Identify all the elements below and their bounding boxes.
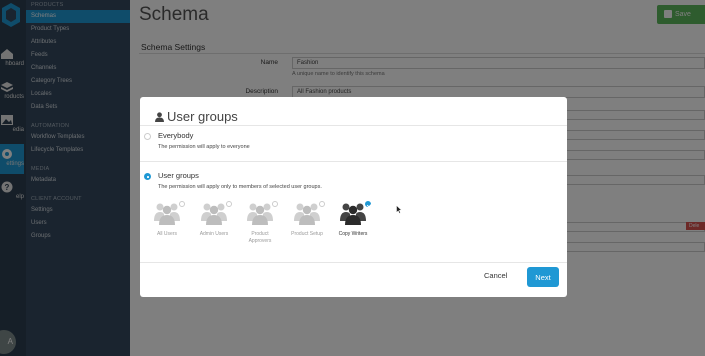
group-label: All Users xyxy=(156,231,177,237)
user-groups-option-desc: The permission will apply only to member… xyxy=(158,184,322,190)
user-icon xyxy=(155,112,164,122)
group-checkbox[interactable] xyxy=(179,201,185,207)
group-label: Product Setup xyxy=(291,231,323,237)
dialog-title-text: User groups xyxy=(167,109,238,124)
group-admin-users[interactable]: Admin Users xyxy=(194,201,234,238)
user-groups-radio[interactable] xyxy=(144,173,151,180)
group-icon xyxy=(340,203,366,225)
group-product-setup[interactable]: Product Setup xyxy=(287,201,327,238)
group-checkbox[interactable] xyxy=(319,201,325,207)
everybody-option-title[interactable]: Everybody xyxy=(158,131,193,140)
group-icon xyxy=(154,203,180,225)
dialog-divider xyxy=(140,125,567,126)
group-checkbox[interactable] xyxy=(226,201,232,207)
dialog-footer-divider xyxy=(140,262,567,263)
everybody-option-desc: The permission will apply to everyone xyxy=(158,144,250,150)
group-label: Admin Users xyxy=(199,231,229,237)
user-groups-dialog: User groups Everybody The permission wil… xyxy=(140,97,567,297)
group-icon xyxy=(294,203,320,225)
cancel-button[interactable]: Cancel xyxy=(484,271,507,280)
dialog-title: User groups xyxy=(155,109,238,124)
group-label: Product Approvers xyxy=(248,231,272,244)
group-all-users[interactable]: All Users xyxy=(147,201,187,238)
user-groups-option-title[interactable]: User groups xyxy=(158,171,199,180)
group-checkbox[interactable] xyxy=(272,201,278,207)
group-product-approvers[interactable]: Product Approvers xyxy=(240,201,280,245)
group-checkbox[interactable] xyxy=(365,201,371,207)
everybody-radio[interactable] xyxy=(144,133,151,140)
group-icon xyxy=(247,203,273,225)
group-label: Copy Writers xyxy=(338,231,368,237)
group-icon xyxy=(201,203,227,225)
dialog-divider xyxy=(140,161,567,162)
group-copy-writers[interactable]: Copy Writers xyxy=(333,201,373,238)
next-button[interactable]: Next xyxy=(527,267,559,287)
mouse-cursor-icon xyxy=(396,205,402,214)
